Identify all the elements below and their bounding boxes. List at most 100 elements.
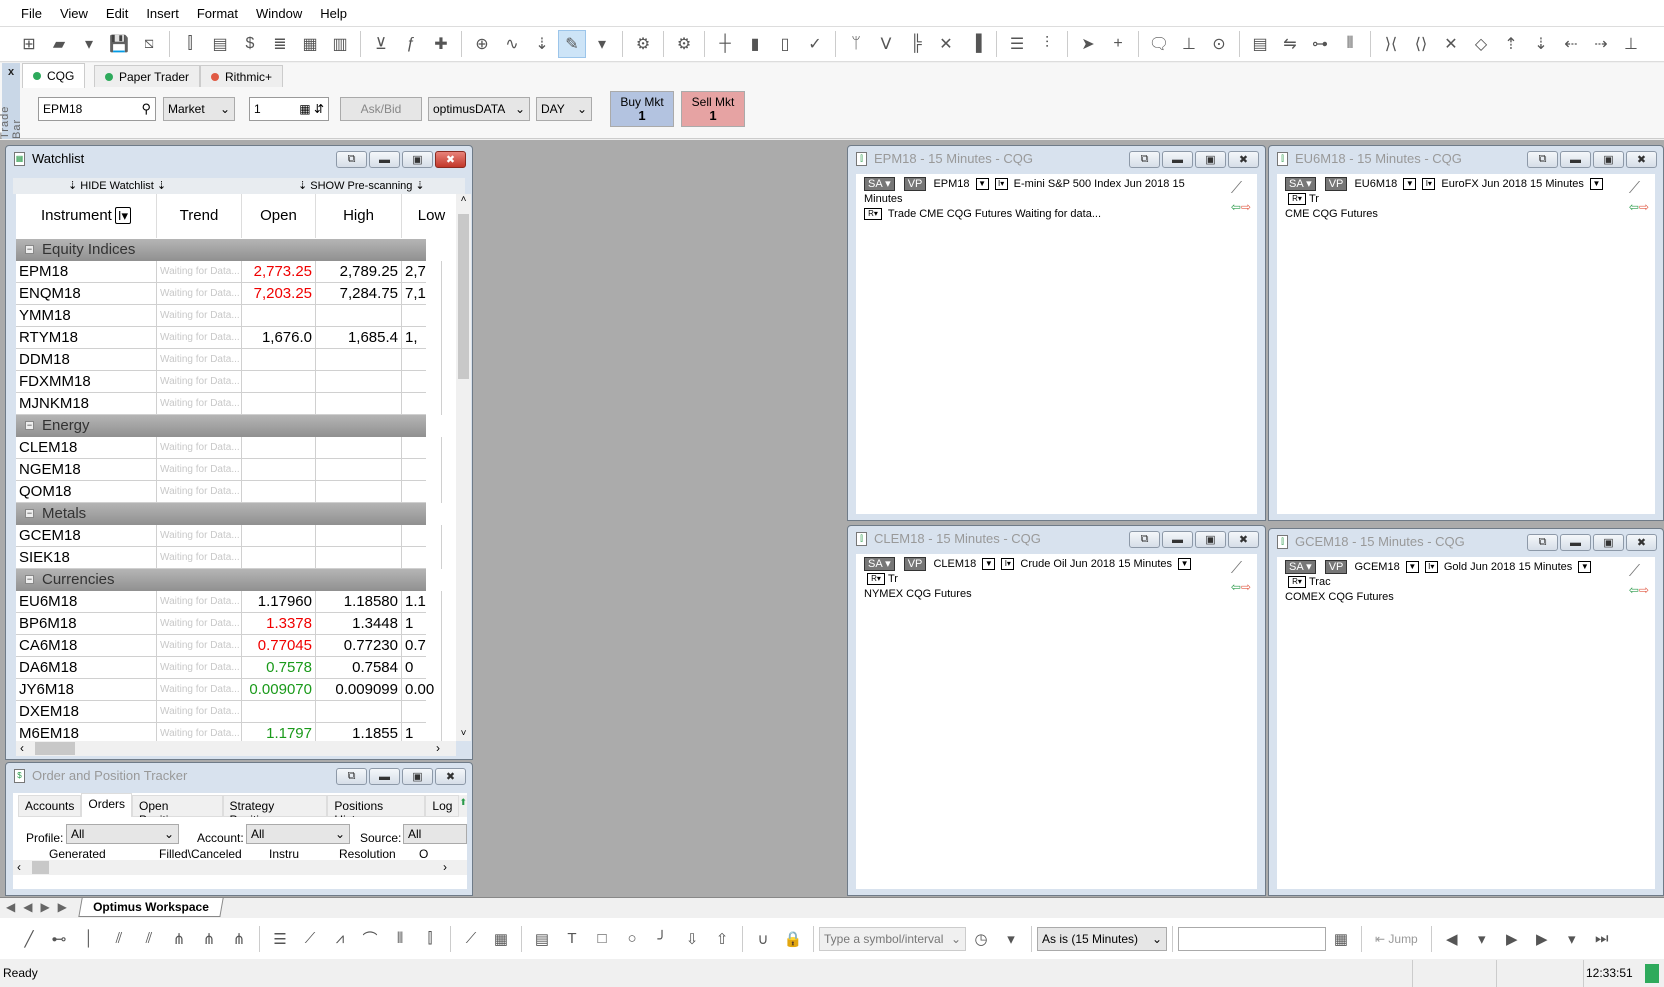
tab-orders[interactable]: Orders (81, 793, 133, 817)
minimize-button[interactable]: ▬ (1162, 531, 1193, 548)
fan-icon[interactable]: ⟋ (295, 925, 325, 953)
rectangle-icon[interactable]: □ (587, 925, 617, 953)
vp-button[interactable]: VP (1324, 177, 1348, 191)
hide-watchlist-button[interactable]: ⇣ HIDE Watchlist ⇣ (68, 179, 166, 192)
save-icon[interactable]: 💾 (105, 30, 133, 58)
column-header[interactable]: Generated (49, 849, 106, 860)
workspace-nav-icons[interactable]: ◀◀▶▶ (6, 900, 75, 914)
account-filter-select[interactable]: All ⌄ (246, 824, 350, 844)
add-indicator-icon[interactable]: ⇣ (528, 30, 556, 58)
scroll-right-icon[interactable]: › (443, 860, 447, 874)
go-end-icon[interactable]: ⏭ (1587, 925, 1617, 953)
search-icon[interactable]: ⚲ (141, 101, 151, 117)
minimize-button[interactable]: ▬ (1560, 151, 1591, 168)
table-row[interactable]: CA6M18 Waiting for Data... 0.77045 0.77230 0… (16, 635, 442, 657)
modified-pitchfork-icon[interactable]: ⋔ (224, 925, 254, 953)
zoom-out-x-icon[interactable]: ⟨⟩ (1407, 30, 1435, 58)
horizontal-segment-icon[interactable]: ⊷ (44, 925, 74, 953)
schiff-pitchfork-icon[interactable]: ⋔ (194, 925, 224, 953)
chart-trade-arrows-icon[interactable]: ⟋ ⇦⇨ (1231, 180, 1251, 216)
text-icon[interactable]: T (557, 925, 587, 953)
menu-help[interactable]: Help (311, 6, 356, 21)
table-row[interactable]: DXEM18 Waiting for Data... (16, 701, 442, 723)
table-row[interactable]: EPM18 Waiting for Data... 2,773.25 2,789.25… (16, 261, 442, 283)
dropdown-arrow-icon[interactable]: ▾ (996, 925, 1026, 953)
detach-button[interactable]: ⧉ (336, 151, 367, 168)
crosshair-icon[interactable]: + (1104, 30, 1132, 58)
interval-dropdown[interactable]: I▾ (1424, 561, 1438, 574)
table-row[interactable]: JY6M18 Waiting for Data... 0.009070 0.00909… (16, 679, 442, 701)
close-button[interactable]: ✖ (1626, 151, 1657, 168)
tab-optimus-workspace[interactable]: Optimus Workspace (78, 898, 224, 917)
zoom-y-icon[interactable]: ◇ (1467, 30, 1495, 58)
table-row[interactable]: QOM18 Waiting for Data... (16, 481, 442, 503)
scroll-thumb[interactable] (458, 214, 469, 379)
plugin-icon[interactable]: ✚ (427, 30, 455, 58)
horizontal-scrollbar[interactable]: ‹ › (13, 860, 467, 875)
dropdown-arrow-icon[interactable]: ▾ (1467, 925, 1497, 953)
dropdown-arrow-icon[interactable]: ▾ (588, 30, 616, 58)
price-source-button[interactable]: Ask/Bid (340, 97, 422, 121)
group-header[interactable]: − Energy (16, 415, 426, 437)
menu-insert[interactable]: Insert (137, 6, 188, 21)
table-row[interactable]: EU6M18 Waiting for Data... 1.17960 1.18580 1… (16, 591, 442, 613)
scroll-left-icon[interactable]: ‹ (17, 860, 21, 874)
symbol-dropdown[interactable]: ▼ (1403, 178, 1417, 191)
watchlist-title-bar[interactable]: ▦ Watchlist (14, 151, 84, 166)
close-button[interactable]: ✖ (435, 151, 466, 168)
source-select[interactable]: All (403, 824, 467, 844)
vertical-line-icon[interactable]: │ (74, 925, 104, 953)
chart-trade-arrows-icon[interactable]: ⟋ ⇦⇨ (1231, 560, 1251, 596)
scroll-thumb[interactable] (32, 861, 49, 874)
maximize-button[interactable]: ▣ (1593, 534, 1624, 551)
scroll-left-icon[interactable]: ⇠ (1557, 30, 1585, 58)
sa-button[interactable]: SA ▾ (1285, 177, 1316, 191)
range-bar-icon[interactable]: ᛘ (842, 30, 870, 58)
table-row[interactable]: FDXMM18 Waiting for Data... (16, 371, 442, 393)
collapse-icon[interactable]: − (25, 509, 34, 518)
profile-select[interactable]: All ⌄ (66, 824, 179, 844)
horizontal-line-icon[interactable]: ⊥ (1175, 30, 1203, 58)
vertical-lines-icon[interactable]: ⦀ (385, 925, 415, 953)
scroll-down-icon[interactable]: ˅ (456, 728, 471, 739)
sa-button[interactable]: SA ▾ (1285, 560, 1316, 574)
volume-profile-icon[interactable]: ☰ (1003, 30, 1031, 58)
interval-dropdown[interactable]: I▾ (994, 178, 1008, 191)
table-row[interactable]: DA6M18 Waiting for Data... 0.7578 0.7584 0 (16, 657, 442, 679)
table-row[interactable]: DDM18 Waiting for Data... (16, 349, 442, 371)
clock-icon[interactable]: ◷ (966, 925, 996, 953)
scroll-right-icon[interactable]: › (436, 741, 440, 755)
maximize-button[interactable]: ▣ (1195, 531, 1226, 548)
chart-icon[interactable]: ⫿ (176, 30, 204, 58)
jump-button[interactable]: ⇤ Jump (1367, 932, 1426, 946)
column-header[interactable]: Instru (269, 849, 299, 860)
interval-dropdown[interactable]: I▾ (1001, 558, 1015, 571)
period-dropdown[interactable]: ▼ (1578, 561, 1592, 574)
pitchfork-icon[interactable]: ⋔ (164, 925, 194, 953)
table-row[interactable]: RTYM18 Waiting for Data... 1,676.0 1,685.4 1… (16, 327, 442, 349)
candlestick-icon[interactable]: ▮ (741, 30, 769, 58)
detach-button[interactable]: ⧉ (1129, 531, 1160, 548)
sa-button[interactable]: SA ▾ (864, 557, 895, 571)
calculator-icon[interactable]: ▤ (527, 925, 557, 953)
renko-icon[interactable]: ╠ (902, 30, 930, 58)
close-button[interactable]: ✖ (1228, 531, 1259, 548)
column-chooser-button[interactable]: I▾ (114, 207, 131, 224)
symbol-dropdown[interactable]: ▼ (975, 178, 989, 191)
ellipse-icon[interactable]: ○ (617, 925, 647, 953)
bar-chart-icon[interactable]: ┼ (711, 30, 739, 58)
r-dropdown[interactable]: R▾ (1288, 576, 1306, 589)
chart-canvas[interactable]: SA ▾ VP EPM18 ▼ I▾ E-mini S&P 500 Index J… (856, 174, 1257, 514)
interval-select[interactable]: As is (15 Minutes) ⌄ (1037, 926, 1167, 951)
trade-bar-close-button[interactable]: x (8, 66, 14, 78)
column-header[interactable]: Filled\Canceled (159, 849, 242, 860)
kagi-icon[interactable]: Ⅴ (872, 30, 900, 58)
dom-icon[interactable]: $ (236, 30, 264, 58)
maximize-button[interactable]: ▣ (1195, 151, 1226, 168)
minimize-button[interactable]: ▬ (369, 768, 400, 785)
maximize-button[interactable]: ▣ (402, 151, 433, 168)
magnet-icon[interactable]: ∪ (748, 925, 778, 953)
duration-select[interactable]: DAY ⌄ (536, 97, 592, 121)
chart-title-bar[interactable]: ⫿ EU6M18 - 15 Minutes - CQG (1277, 151, 1462, 166)
arrow-up-icon[interactable]: ⇧ (707, 925, 737, 953)
